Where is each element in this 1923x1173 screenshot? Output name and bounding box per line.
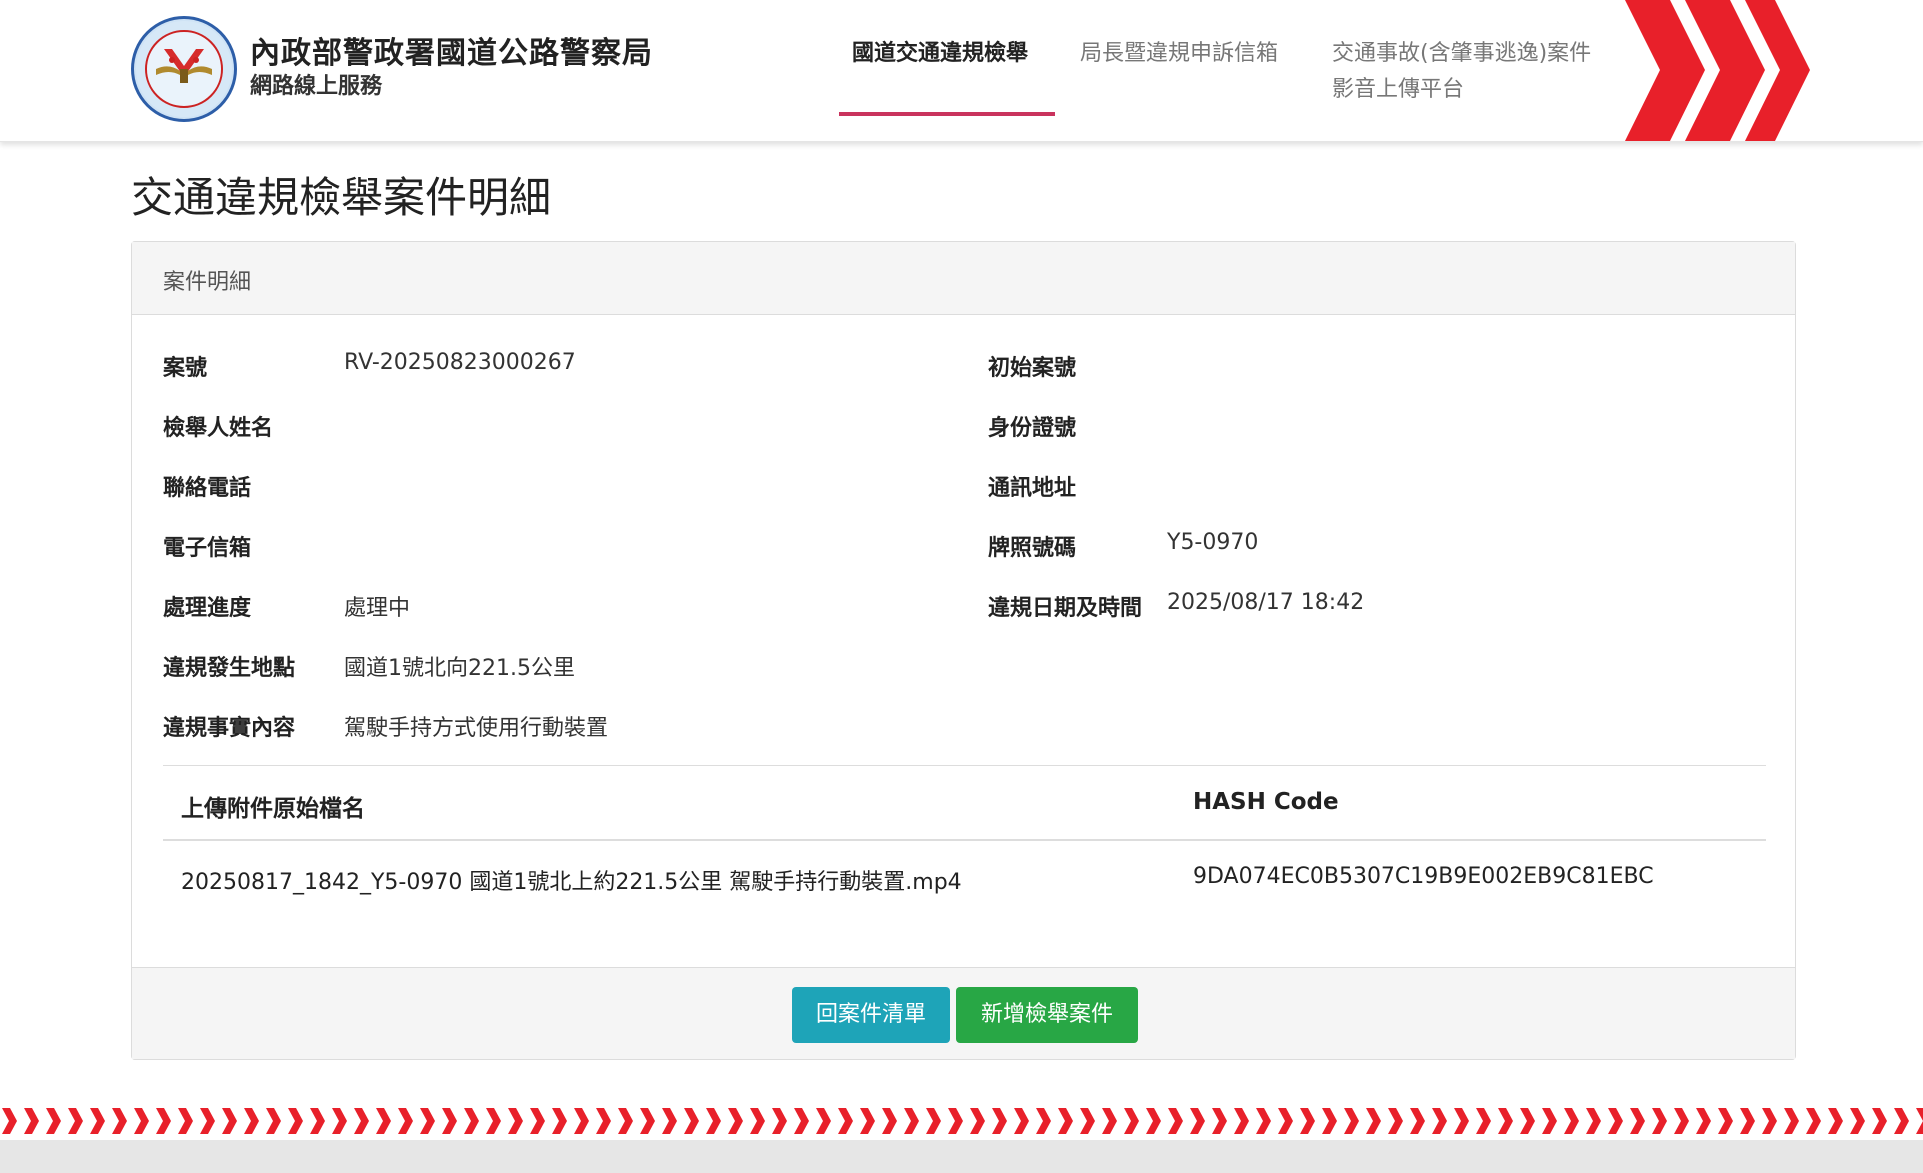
reporter-name-label: 檢舉人姓名: [163, 416, 274, 441]
nav-traffic-violation-report[interactable]: 國道交通違規檢舉: [852, 36, 1028, 72]
new-report-button[interactable]: 新增檢舉案件: [956, 987, 1138, 1043]
attachment-filename-header: 上傳附件原始檔名: [181, 796, 365, 822]
facts-label: 違規事實內容: [163, 716, 296, 741]
status-value: 處理中: [344, 596, 411, 621]
phone-label: 聯絡電話: [163, 476, 252, 501]
agency-logo[interactable]: [131, 16, 237, 122]
back-to-case-list-button[interactable]: 回案件清單: [792, 987, 950, 1043]
status-label: 處理進度: [163, 596, 252, 621]
id-no-label: 身份證號: [988, 416, 1077, 441]
plate-value: Y5-0970: [1167, 530, 1259, 555]
plate-label: 牌照號碼: [988, 536, 1077, 561]
location-value: 國道1號北向221.5公里: [344, 656, 575, 681]
chevron-decoration-icon: [1625, 0, 1810, 141]
site-header: 內政部警政署國道公路警察局 網路線上服務 國道交通違規檢舉 局長暨違規申訴信箱 …: [0, 0, 1923, 142]
table-header-divider: [163, 839, 1766, 841]
chevron-stripe-decoration-icon: [0, 1102, 1923, 1140]
card-header: 案件明細: [132, 242, 1795, 315]
card-header-title: 案件明細: [163, 270, 252, 295]
datetime-label: 違規日期及時間: [988, 596, 1143, 621]
table-top-divider: [163, 765, 1766, 766]
case-no-value: RV-20250823000267: [344, 350, 576, 375]
address-label: 通訊地址: [988, 476, 1077, 501]
case-detail-card: 案件明細 案號 RV-20250823000267 檢舉人姓名 聯絡電話 電子信…: [131, 241, 1796, 1060]
nav-director-mailbox[interactable]: 局長暨違規申訴信箱: [1080, 36, 1278, 72]
attachment-filename[interactable]: 20250817_1842_Y5-0970 國道1號北上約221.5公里 駕駛手…: [181, 864, 962, 896]
page-title: 交通違規檢舉案件明細: [131, 173, 552, 222]
datetime-value: 2025/08/17 18:42: [1167, 590, 1365, 615]
location-label: 違規發生地點: [163, 656, 296, 681]
case-no-label: 案號: [163, 356, 208, 381]
facts-value: 駕駛手持方式使用行動裝置: [344, 716, 609, 741]
attachment-hash: 9DA074EC0B5307C19B9E002EB9C81EBC: [1193, 864, 1654, 889]
agency-subtitle: 網路線上服務: [250, 74, 383, 99]
email-label: 電子信箱: [163, 536, 252, 561]
orig-case-no-label: 初始案號: [988, 356, 1077, 381]
attachment-hash-header: HASH Code: [1193, 789, 1339, 815]
active-nav-indicator: [839, 112, 1055, 116]
nav-accident-video-upload[interactable]: 交通事故(含肇事逃逸)案件 影音上傳平台: [1332, 36, 1591, 108]
card-footer: 回案件清單 新增檢舉案件: [132, 967, 1795, 1059]
nav-accident-label-line1: 交通事故(含肇事逃逸)案件: [1332, 41, 1592, 66]
nav-accident-label-line2: 影音上傳平台: [1332, 77, 1465, 102]
agency-name: 內政部警政署國道公路警察局: [250, 36, 653, 71]
